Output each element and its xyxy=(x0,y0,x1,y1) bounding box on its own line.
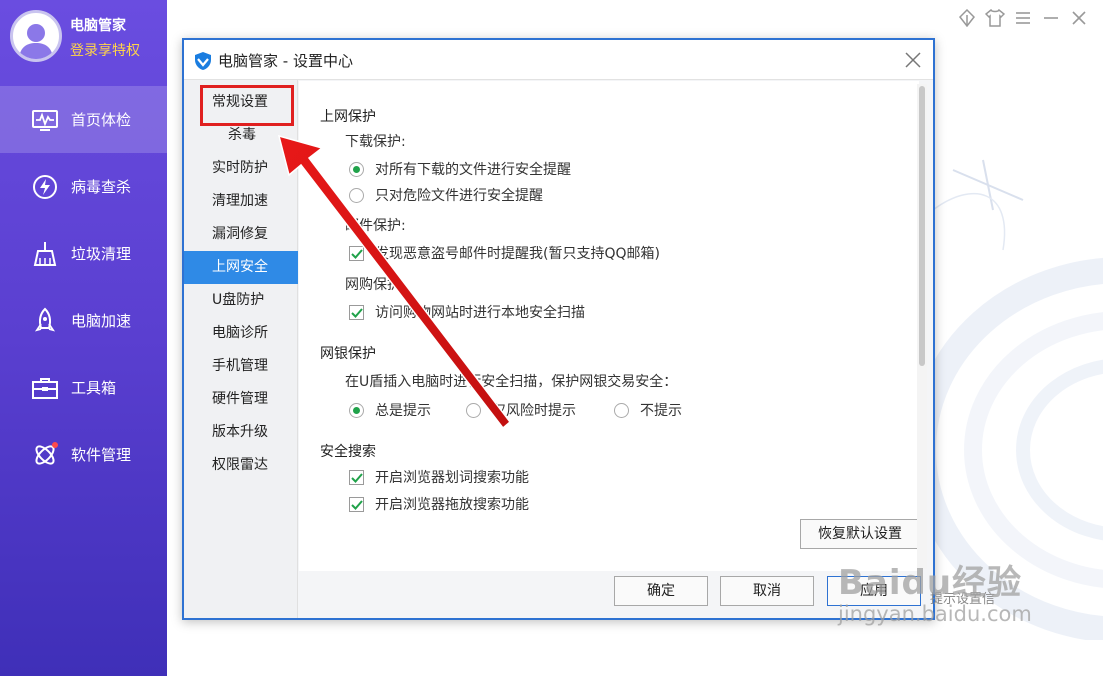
user-silhouette-icon xyxy=(19,24,53,59)
radio-bank-risk-only[interactable]: 仅风险时提示 xyxy=(466,400,576,420)
settings-dialog: 电脑管家 - 设置中心 常规设置 杀毒 实时防护 清理加速 漏洞修复 上网安全 … xyxy=(182,38,935,620)
sidebar-item-label: 软件管理 xyxy=(71,446,132,464)
user-panel[interactable]: 电脑管家 登录享特权 xyxy=(10,10,160,62)
option-label: 发现恶意盗号邮件时提醒我(暂只支持QQ邮箱) xyxy=(375,246,660,262)
software-cross-icon xyxy=(35,441,58,465)
apply-button[interactable]: 应用 xyxy=(827,576,921,606)
settings-nav-clinic[interactable]: 电脑诊所 xyxy=(184,317,298,350)
settings-nav-realtime[interactable]: 实时防护 xyxy=(184,152,298,185)
radio-download-all[interactable]: 对所有下载的文件进行安全提醒 xyxy=(349,159,571,179)
settings-nav-upgrade[interactable]: 版本升级 xyxy=(184,416,298,449)
radio-icon[interactable] xyxy=(614,402,629,418)
settings-nav-permission[interactable]: 权限雷达 xyxy=(184,449,298,482)
scroll-thumb[interactable] xyxy=(919,86,925,366)
sidebar-item-virus-scan[interactable]: 病毒查杀 xyxy=(0,153,167,220)
option-label: 对所有下载的文件进行安全提醒 xyxy=(375,162,571,178)
settings-nav-internet[interactable]: 上网安全 xyxy=(184,251,298,284)
radio-bank-none[interactable]: 不提示 xyxy=(614,400,682,420)
broom-icon xyxy=(33,241,57,266)
content-scrollbar[interactable] xyxy=(917,84,927,569)
skin-icon[interactable] xyxy=(957,8,977,28)
sidebar-item-label: 电脑加速 xyxy=(71,312,132,330)
dialog-title: 电脑管家 - 设置中心 xyxy=(218,52,353,70)
app-sidebar: 电脑管家 登录享特权 首页体检 病毒查杀 垃圾清理 电脑加速 工具箱 软件管理 xyxy=(0,0,167,676)
checkbox-checked-icon[interactable] xyxy=(349,496,364,512)
restore-defaults-button[interactable]: 恢复默认设置 xyxy=(800,519,919,549)
sidebar-item-toolbox[interactable]: 工具箱 xyxy=(0,354,167,421)
settings-nav: 常规设置 杀毒 实时防护 清理加速 漏洞修复 上网安全 U盘防护 电脑诊所 手机… xyxy=(184,80,298,618)
check-select-search[interactable]: 开启浏览器划词搜索功能 xyxy=(349,467,529,487)
section-title-bank: 网银保护 xyxy=(320,346,376,362)
shop-protect-label: 网购保护: xyxy=(345,277,406,293)
settings-nav-usb[interactable]: U盘防护 xyxy=(184,284,298,317)
settings-nav-general[interactable]: 常规设置 xyxy=(184,86,298,119)
mail-protect-label: 邮件保护: xyxy=(345,218,406,234)
checkbox-checked-icon[interactable] xyxy=(349,245,364,261)
radio-bank-always[interactable]: 总是提示 xyxy=(349,400,431,420)
avatar[interactable] xyxy=(10,10,62,62)
settings-nav-vuln[interactable]: 漏洞修复 xyxy=(184,218,298,251)
background-hint-text: 提示设置信 xyxy=(930,592,996,607)
window-controls xyxy=(957,8,1089,28)
tshirt-icon[interactable] xyxy=(985,8,1005,28)
cancel-button[interactable]: 取消 xyxy=(720,576,814,606)
option-label: 总是提示 xyxy=(375,403,431,419)
sidebar-item-software[interactable]: 软件管理 xyxy=(0,421,167,488)
settings-content: 上网保护 下载保护: 对所有下载的文件进行安全提醒 只对危险文件进行安全提醒 邮… xyxy=(299,81,919,571)
section-title-search: 安全搜索 xyxy=(320,444,376,460)
option-label: 不提示 xyxy=(640,403,682,419)
download-protect-label: 下载保护: xyxy=(345,134,406,150)
rocket-icon xyxy=(34,307,56,331)
user-name[interactable]: 电脑管家 xyxy=(70,15,126,35)
login-privilege-link[interactable]: 登录享特权 xyxy=(70,40,140,60)
checkbox-checked-icon[interactable] xyxy=(349,469,364,485)
sidebar-item-home-check[interactable]: 首页体检 xyxy=(0,86,167,153)
radio-icon[interactable] xyxy=(349,187,364,203)
checkbox-checked-icon[interactable] xyxy=(349,304,364,320)
radio-icon[interactable] xyxy=(466,402,481,418)
option-label: 只对危险文件进行安全提醒 xyxy=(375,188,543,204)
toolbox-icon xyxy=(32,377,58,399)
minimize-icon[interactable] xyxy=(1041,8,1061,28)
bank-desc: 在U盾插入电脑时进行安全扫描，保护网银交易安全： xyxy=(345,374,678,390)
sidebar-item-label: 垃圾清理 xyxy=(71,245,132,263)
close-icon[interactable] xyxy=(903,50,923,70)
menu-icon[interactable] xyxy=(1013,8,1033,28)
lightning-circle-icon xyxy=(33,174,57,199)
shield-logo-icon xyxy=(195,52,211,70)
radio-download-dangerous[interactable]: 只对危险文件进行安全提醒 xyxy=(349,185,543,205)
sidebar-item-speedup[interactable]: 电脑加速 xyxy=(0,287,167,354)
check-shop-protect[interactable]: 访问购物网站时进行本地安全扫描 xyxy=(349,302,585,322)
radio-selected-icon[interactable] xyxy=(349,402,364,418)
sidebar-item-label: 工具箱 xyxy=(71,379,117,397)
option-label: 访问购物网站时进行本地安全扫描 xyxy=(375,305,585,321)
dialog-titlebar[interactable]: 电脑管家 - 设置中心 xyxy=(184,40,933,80)
ok-button[interactable]: 确定 xyxy=(614,576,708,606)
option-label: 仅风险时提示 xyxy=(492,403,576,419)
check-mail-protect[interactable]: 发现恶意盗号邮件时提醒我(暂只支持QQ邮箱) xyxy=(349,243,660,263)
monitor-pulse-icon xyxy=(32,109,58,131)
close-icon[interactable] xyxy=(1069,8,1089,28)
settings-nav-hardware[interactable]: 硬件管理 xyxy=(184,383,298,416)
sidebar-item-label: 首页体检 xyxy=(71,111,132,129)
check-drag-search[interactable]: 开启浏览器拖放搜索功能 xyxy=(349,494,529,514)
settings-nav-antivirus[interactable]: 杀毒 xyxy=(184,119,298,152)
settings-nav-clean[interactable]: 清理加速 xyxy=(184,185,298,218)
section-title-internet: 上网保护 xyxy=(320,109,376,125)
option-label: 开启浏览器拖放搜索功能 xyxy=(375,497,529,513)
sidebar-item-junk-clean[interactable]: 垃圾清理 xyxy=(0,220,167,287)
settings-nav-phone[interactable]: 手机管理 xyxy=(184,350,298,383)
radio-selected-icon[interactable] xyxy=(349,161,364,177)
option-label: 开启浏览器划词搜索功能 xyxy=(375,470,529,486)
sidebar-item-label: 病毒查杀 xyxy=(71,178,132,196)
